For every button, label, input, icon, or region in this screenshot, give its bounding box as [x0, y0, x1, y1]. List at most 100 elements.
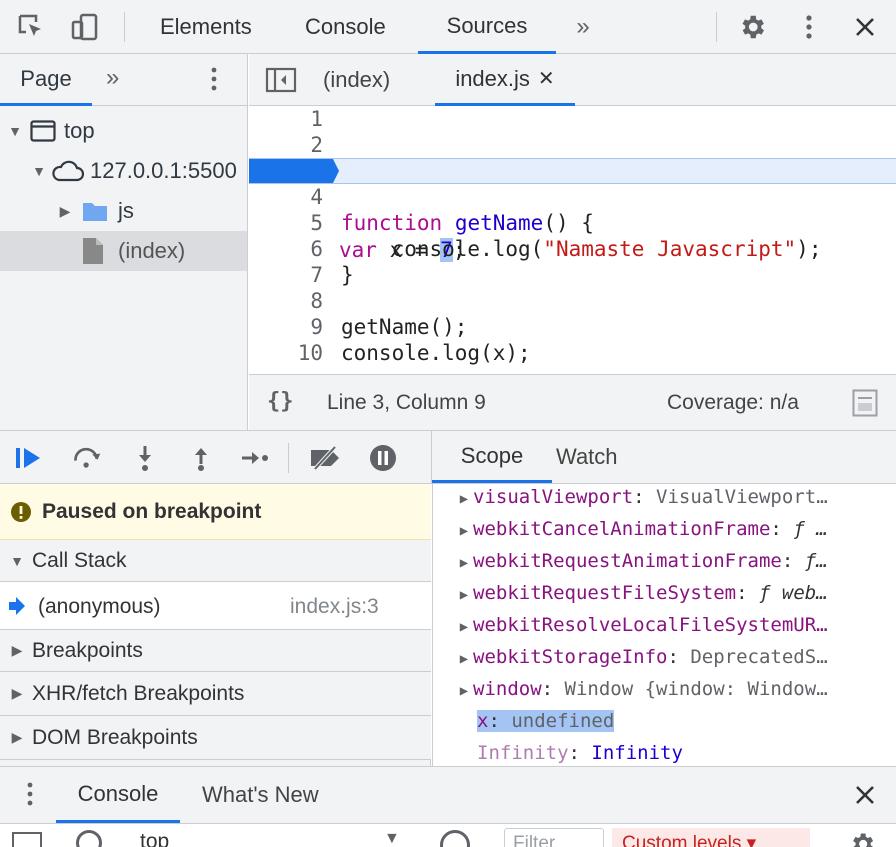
code-line[interactable]: 2 [249, 132, 896, 158]
clear-console-icon[interactable] [76, 830, 102, 847]
tab-console[interactable]: Console [305, 0, 386, 54]
line-number[interactable]: 8 [249, 288, 327, 314]
step-over-icon[interactable] [72, 443, 102, 473]
expand-arrow-icon[interactable]: ▶ [455, 484, 473, 513]
expand-arrow-icon[interactable]: ▶ [455, 515, 473, 545]
property-value: ƒ… [804, 550, 828, 572]
dom-breakpoints-header[interactable]: ▶ DOM Breakpoints [0, 716, 431, 760]
step-icon[interactable] [240, 443, 270, 473]
code-editor[interactable]: 1 2 3 var x = 7; 4 5 function getName() {… [249, 106, 896, 374]
line-number[interactable]: 7 [249, 262, 327, 288]
code-line[interactable]: 5 function getName() { [249, 210, 896, 236]
chevron-double-right-icon[interactable]: » [106, 64, 119, 92]
tab-elements[interactable]: Elements [160, 0, 252, 54]
scope-property[interactable]: ▶ webkitRequestFileSystem: ƒ web… [433, 577, 896, 609]
code-line[interactable]: 6 console.log("Namaste Javascript"); [249, 236, 896, 262]
tab-sources[interactable]: Sources [418, 0, 556, 54]
scope-property[interactable]: ▶ visualViewport: VisualViewport… [433, 484, 896, 513]
collapse-arrow-icon[interactable]: ▶ [8, 729, 26, 746]
gear-icon[interactable] [735, 10, 769, 44]
tree-item-js-folder[interactable]: ▶ js [0, 191, 247, 231]
collapse-arrow-icon[interactable]: ▶ [8, 685, 26, 702]
sidebar-toggle-icon[interactable] [12, 832, 42, 847]
scope-property[interactable]: ▶ webkitResolveLocalFileSystemUR… [433, 609, 896, 641]
deactivate-breakpoints-icon[interactable] [306, 443, 346, 473]
expand-arrow-icon[interactable]: ▶ [455, 579, 473, 609]
close-drawer-icon[interactable] [854, 784, 876, 811]
drawer-tab-whats-new[interactable]: What's New [202, 767, 319, 823]
line-number[interactable]: 9 [249, 314, 327, 340]
dropdown-arrow-icon[interactable]: ▼ [384, 830, 400, 847]
code-line[interactable]: 1 [249, 106, 896, 132]
frame-location[interactable]: index.js:3 [290, 595, 379, 619]
scope-property-x[interactable]: x: undefined [433, 705, 896, 737]
property-value: ƒ … [793, 518, 828, 540]
tree-item-index[interactable]: (index) [0, 231, 247, 271]
scope-property[interactable]: ▶ webkitCancelAnimationFrame: ƒ … [433, 513, 896, 545]
expand-arrow-icon[interactable]: ▶ [455, 547, 473, 577]
chevron-double-right-icon[interactable]: » [566, 10, 600, 44]
code-line[interactable]: 9 getName(); [249, 314, 896, 340]
line-number[interactable]: 1 [249, 106, 327, 132]
eye-icon[interactable] [440, 830, 470, 847]
editor-tabbar: (index) index.js ✕ [249, 54, 896, 106]
expand-arrow-icon[interactable]: ▶ [455, 675, 473, 705]
drawer-tab-console[interactable]: Console [56, 767, 180, 823]
gear-icon[interactable] [848, 830, 876, 847]
line-number[interactable]: 10 [249, 340, 327, 366]
call-frame[interactable]: (anonymous) index.js:3 [0, 584, 431, 630]
code-line[interactable]: 7} [249, 262, 896, 288]
line-number[interactable]: 2 [249, 132, 327, 158]
scope-property[interactable]: ▶ window: Window {window: Window… [433, 673, 896, 705]
line-number[interactable]: 5 [249, 210, 327, 236]
expand-arrow-icon[interactable]: ▶ [455, 643, 473, 673]
tab-scope[interactable]: Scope [432, 431, 552, 483]
close-icon[interactable] [848, 10, 882, 44]
kebab-icon[interactable] [26, 781, 34, 812]
property-value: VisualViewport… [656, 486, 828, 508]
property-value: undefined [511, 710, 615, 732]
property-key: x [477, 710, 489, 732]
tree-item-top[interactable]: ▼ top [0, 111, 247, 151]
line-number[interactable]: 6 [249, 236, 327, 262]
xhr-breakpoints-header[interactable]: ▶ XHR/fetch Breakpoints [0, 672, 431, 716]
code-line-breakpoint[interactable]: 3 var x = 7; [249, 158, 896, 262]
code-line[interactable]: 8 [249, 288, 896, 314]
expand-arrow-icon[interactable]: ▼ [8, 553, 26, 569]
tab-page[interactable]: Page [0, 54, 92, 106]
expand-arrow-icon[interactable]: ▶ [455, 611, 473, 641]
collapse-arrow-icon[interactable]: ▶ [8, 642, 26, 659]
toggle-navigator-icon[interactable] [265, 66, 297, 99]
scope-property[interactable]: Infinity: Infinity [433, 737, 896, 766]
kebab-icon[interactable] [210, 66, 218, 97]
scope-property[interactable]: ▶ webkitStorageInfo: DeprecatedS… [433, 641, 896, 673]
close-tab-icon[interactable]: ✕ [538, 66, 555, 91]
resume-icon[interactable] [14, 443, 44, 473]
step-into-icon[interactable] [130, 443, 160, 473]
breakpoints-header[interactable]: ▶ Breakpoints [0, 630, 431, 672]
coverage-icon[interactable] [852, 389, 878, 423]
call-stack-header[interactable]: ▼ Call Stack [0, 540, 431, 582]
file-navigator: Page » ▼ top ▼ 127.0.0.1:5500 ▶ js (inde… [0, 54, 248, 430]
code-line[interactable]: 10 console.log(x); [249, 340, 896, 366]
scope-property[interactable]: ▶ webkitRequestAnimationFrame: ƒ… [433, 545, 896, 577]
editor-tab-index[interactable]: (index) [323, 54, 390, 106]
code-line[interactable]: 4 [249, 184, 896, 210]
pause-on-exceptions-icon[interactable] [368, 443, 398, 473]
expand-arrow-icon[interactable]: ▼ [30, 163, 48, 179]
line-number[interactable]: 4 [249, 184, 327, 210]
inspect-element-icon[interactable] [14, 10, 48, 44]
log-levels-dropdown[interactable]: Custom levels ▾ [612, 828, 810, 847]
kebab-icon[interactable] [792, 10, 826, 44]
filter-input[interactable]: Filter [504, 828, 604, 847]
expand-arrow-icon[interactable]: ▼ [6, 123, 24, 139]
tab-watch[interactable]: Watch [556, 431, 618, 483]
pretty-print-button[interactable]: {} [267, 389, 294, 414]
breakpoint-marker[interactable] [249, 159, 339, 183]
editor-tab-index-js[interactable]: index.js ✕ [435, 54, 575, 106]
device-toolbar-icon[interactable] [68, 10, 102, 44]
context-selector[interactable]: top [140, 830, 169, 847]
tree-item-host[interactable]: ▼ 127.0.0.1:5500 [0, 151, 247, 191]
collapse-arrow-icon[interactable]: ▶ [56, 203, 74, 220]
step-out-icon[interactable] [186, 443, 216, 473]
